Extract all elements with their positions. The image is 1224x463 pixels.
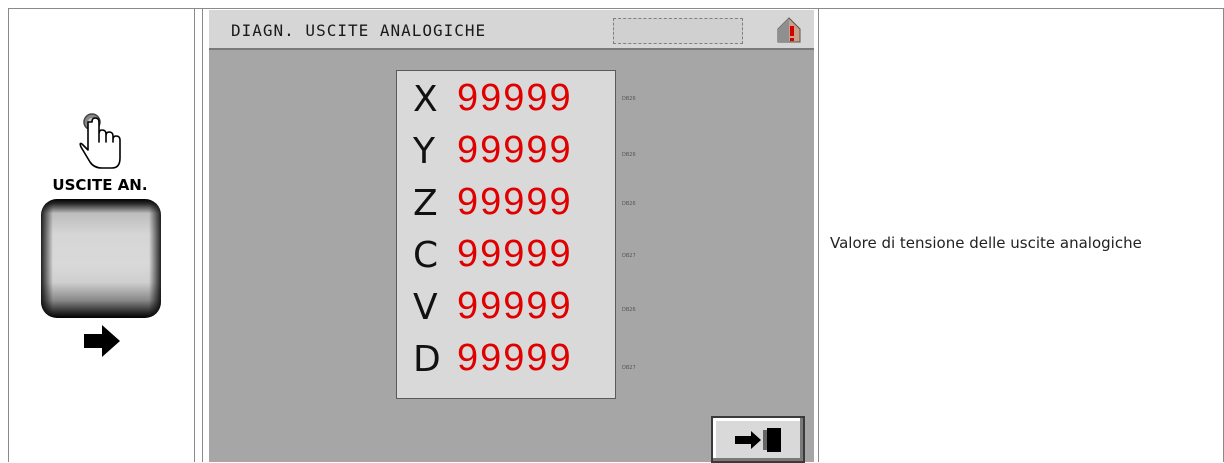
exit-button[interactable] [711, 416, 805, 463]
values-panel: X 99999 Y 99999 Z 99999 C 99999 V 99999 … [396, 70, 616, 399]
button-label: USCITE AN. [52, 176, 148, 194]
output-row-d: D 99999 [397, 337, 615, 389]
axis-label: X [413, 79, 438, 120]
hmi-screen: DIAGN. USCITE ANALOGICHE X 99999 Y 99999… [209, 10, 814, 463]
status-field [613, 18, 743, 44]
output-value: 99999 [457, 77, 573, 119]
output-value: 99999 [457, 129, 573, 171]
column-divider-3 [818, 8, 819, 462]
row-tag: DB27 [622, 253, 636, 259]
output-row-v: V 99999 [397, 285, 615, 337]
axis-label: Y [413, 131, 435, 172]
row-tag: DB27 [622, 365, 636, 371]
output-row-y: Y 99999 [397, 129, 615, 181]
axis-label: Z [413, 183, 438, 224]
row-tag: DB26 [622, 307, 636, 313]
row-tag: DB26 [622, 152, 636, 158]
axis-label: D [413, 339, 441, 380]
output-value: 99999 [457, 181, 573, 223]
output-value: 99999 [457, 233, 573, 275]
output-value: 99999 [457, 337, 573, 379]
arrow-right-icon [84, 325, 120, 357]
column-divider-2 [202, 8, 203, 462]
output-row-c: C 99999 [397, 233, 615, 285]
output-row-z: Z 99999 [397, 181, 615, 233]
description-text: Valore di tensione delle uscite analogic… [830, 234, 1142, 252]
help-table: USCITE AN. DIAGN. USCITE ANALOGICHE X 99… [0, 0, 1224, 463]
table-top-border [8, 8, 1224, 9]
row-tag: DB26 [622, 96, 636, 102]
screen-title-bar: DIAGN. USCITE ANALOGICHE [209, 10, 814, 50]
output-row-x: X 99999 [397, 77, 615, 129]
axis-label: V [413, 287, 438, 328]
column-divider-1 [194, 8, 195, 462]
table-left-border [8, 8, 9, 462]
axis-label: C [413, 235, 439, 276]
home-alert-icon[interactable] [776, 16, 802, 44]
uscite-an-button[interactable] [41, 199, 161, 318]
exit-door-icon [735, 428, 781, 452]
row-tag: DB26 [622, 201, 636, 207]
output-value: 99999 [457, 285, 573, 327]
screen-title: DIAGN. USCITE ANALOGICHE [231, 21, 487, 40]
hand-pointer-icon [79, 113, 121, 169]
